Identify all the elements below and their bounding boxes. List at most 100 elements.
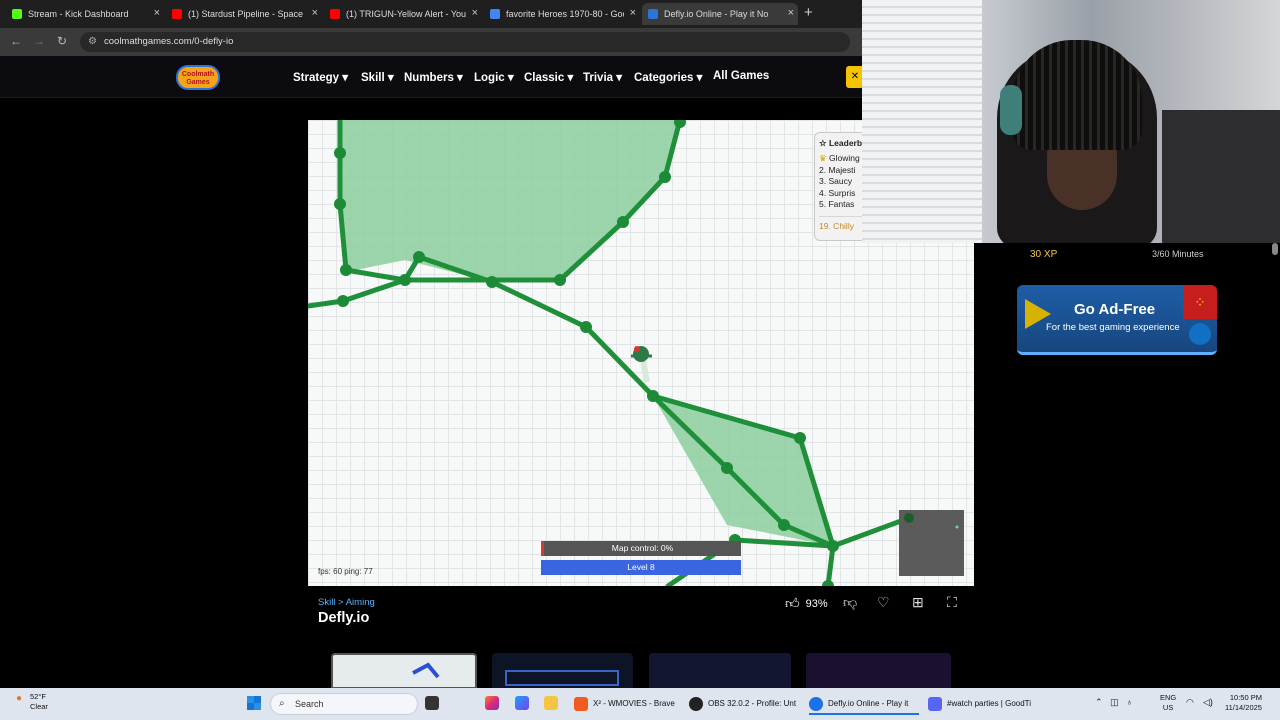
language-indicator[interactable]: ENG US — [1160, 693, 1176, 713]
go-ad-free-banner[interactable]: Go Ad-Free For the best gaming experienc… — [1017, 285, 1217, 355]
webcam-overlay — [862, 0, 1280, 243]
map-control-bar: Map control: 0% — [541, 541, 741, 556]
mic-icon[interactable]: ♁ — [1126, 697, 1133, 707]
page-title: Defly.io — [318, 610, 370, 626]
coolmath-logo[interactable]: Coolmath Games — [176, 65, 220, 90]
discord-icon — [928, 696, 942, 711]
leaderboard-name: Glowing — [829, 153, 860, 163]
chevron-up-icon[interactable]: ⌃ — [1095, 697, 1103, 707]
new-tab-button[interactable]: + — [804, 4, 813, 21]
territory-bottom — [653, 396, 833, 546]
logo-text: Coolmath — [181, 71, 215, 78]
thumbs-down-icon[interactable]: 👎︎ — [843, 594, 857, 611]
rating-percent: 93% — [805, 597, 828, 610]
app-label: X² - WMOVIES - Brave — [593, 699, 675, 708]
wifi-icon[interactable]: ◠ — [1186, 697, 1194, 708]
weather-desc: Clear — [30, 702, 48, 711]
tab-title: favorite Heroes 1970-80 - Goo — [506, 9, 624, 19]
close-icon[interactable]: × — [154, 7, 160, 19]
tab-title: Stream - Kick Dashboard — [28, 9, 129, 19]
browser-tab-strip: Stream - Kick Dashboard × (1) Stardust P… — [0, 0, 862, 28]
site-header: Coolmath Games Strategy ▾ Skill ▾ Number… — [0, 56, 864, 98]
headset-icon — [1000, 85, 1022, 135]
close-icon[interactable]: × — [312, 7, 318, 19]
tab-title: (1) Stardust Pipeline - Space Du — [188, 9, 306, 19]
weather-temp: 52°F — [30, 692, 46, 701]
thumbnail-art — [505, 670, 619, 686]
tab-stardust-pipeline[interactable]: (1) Stardust Pipeline - Space Du × — [166, 3, 322, 25]
clock-time: 10:50 PM — [1229, 693, 1262, 702]
youtube-icon — [172, 9, 182, 19]
app-label: #watch parties | GoodTi — [947, 699, 1032, 708]
start-button-icon[interactable] — [247, 696, 261, 710]
close-icon[interactable]: × — [788, 7, 794, 19]
clock[interactable]: 10:50 PM 11/14/2025 — [1225, 693, 1262, 713]
moon-icon: ● — [16, 693, 23, 704]
related-game-thumbnail[interactable] — [649, 653, 791, 689]
brave-icon — [574, 696, 588, 711]
browser-toolbar: ← → ↻ ⚙ coolmathgames.com/0-defly-io — [0, 28, 862, 56]
menu-classic[interactable]: Classic ▾ — [524, 70, 573, 84]
system-tray[interactable]: ⌃ ◫ ♁ — [1095, 697, 1133, 708]
site-info-icon[interactable]: ⚙ — [88, 32, 97, 52]
taskbar-app-chrome[interactable]: Defly.io Online - Play it — [809, 693, 919, 715]
search-placeholder: Search — [295, 699, 324, 709]
back-button[interactable]: ← — [10, 34, 22, 48]
theater-mode-icon[interactable]: ⊞ — [912, 594, 924, 611]
heart-icon[interactable]: ♡ — [877, 594, 890, 611]
forward-button[interactable]: → — [33, 34, 45, 48]
close-icon[interactable]: × — [472, 7, 478, 19]
window-blinds — [862, 0, 982, 243]
taskbar-app-discord[interactable]: #watch parties | GoodTi — [928, 693, 1040, 715]
ad-free-subtitle: For the best gaming experience — [1046, 322, 1180, 333]
menu-strategy[interactable]: Strategy ▾ — [293, 70, 348, 84]
instagram-icon[interactable] — [485, 696, 499, 710]
network-tray-icon[interactable]: ◫ — [1110, 697, 1119, 707]
tab-favorite-heroes[interactable]: favorite Heroes 1970-80 - Goo × — [484, 3, 640, 25]
menu-all-games[interactable]: All Games — [713, 70, 769, 82]
volume-icon[interactable]: ◁) — [1203, 697, 1213, 708]
related-game-thumbnail[interactable] — [806, 653, 951, 689]
breadcrumb[interactable]: Skill > Aiming — [318, 597, 375, 608]
address-bar[interactable]: ⚙ coolmathgames.com/0-defly-io — [80, 32, 850, 52]
tab-defly-active[interactable]: Defly.io Online - Play it Now × — [642, 3, 798, 25]
url-text: coolmathgames.com/0-defly-io — [104, 36, 234, 47]
tab-title: Defly.io Online - Play it Now — [664, 9, 768, 19]
file-explorer-icon[interactable] — [544, 696, 558, 710]
fullscreen-icon[interactable]: ⛶ — [947, 594, 957, 611]
minutes-counter: 3/60 Minutes — [1152, 249, 1204, 259]
thumbs-up-icon[interactable]: 👍︎ — [785, 595, 800, 612]
xp-counter: 30 XP — [1030, 249, 1058, 260]
menu-trivia[interactable]: Trivia ▾ — [583, 70, 622, 84]
related-game-thumbnail[interactable] — [331, 653, 477, 689]
youtube-icon — [330, 9, 340, 19]
weather-widget[interactable]: ● 52°F Clear — [16, 692, 48, 712]
level-bar: Level 8 — [541, 560, 741, 575]
menu-skill[interactable]: Skill ▾ — [361, 70, 394, 84]
crown-icon: ♛ — [819, 153, 827, 163]
minimap — [899, 510, 964, 576]
menu-categories[interactable]: Categories ▾ — [634, 70, 702, 84]
tab-trigun[interactable]: (1) TRIGUN-Yellow Alert - YouTu × — [324, 3, 482, 25]
clock-date: 11/14/2025 — [1225, 703, 1262, 712]
close-icon[interactable]: × — [630, 7, 636, 19]
reload-button[interactable]: ↻ — [57, 34, 67, 48]
menu-numbers[interactable]: Numbers ▾ — [404, 70, 463, 84]
menu-logic[interactable]: Logic ▾ — [474, 70, 514, 84]
copilot-icon[interactable] — [515, 696, 529, 710]
tab-title: (1) TRIGUN-Yellow Alert - YouTu — [346, 9, 466, 19]
background-bed — [1162, 110, 1280, 243]
lang-region: US — [1162, 703, 1174, 712]
taskbar-search[interactable]: ⌕ Search — [270, 693, 418, 715]
related-game-thumbnail[interactable] — [492, 653, 633, 689]
thumbnail-art — [412, 662, 440, 679]
ad-free-title: Go Ad-Free — [1074, 301, 1156, 318]
taskbar-app-obs[interactable]: OBS 32.0.2 - Profile: Unt — [689, 693, 801, 715]
task-view-icon[interactable] — [425, 696, 439, 710]
tab-kick-dashboard[interactable]: Stream - Kick Dashboard × — [6, 3, 164, 25]
taskbar-app-brave[interactable]: X² - WMOVIES - Brave — [574, 693, 684, 715]
search-icon: ⌕ — [279, 698, 285, 709]
fps-ping-readout: fps: 60 ping: 77 — [318, 567, 373, 576]
scrollbar-thumb[interactable] — [1272, 243, 1278, 255]
chrome-icon — [809, 696, 823, 711]
